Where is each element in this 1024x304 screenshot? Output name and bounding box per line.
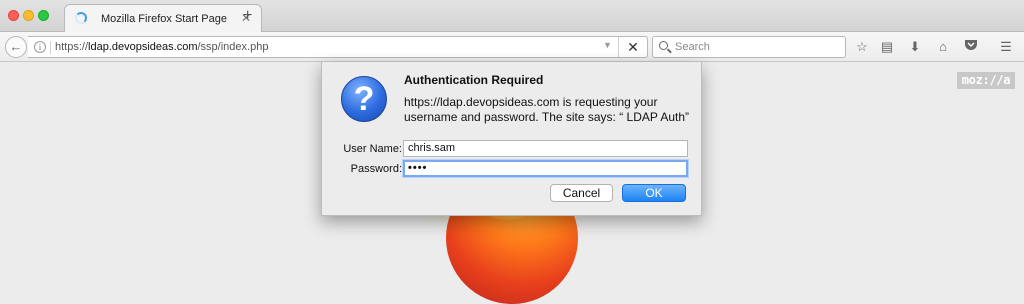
back-button[interactable]: ← [5, 36, 27, 58]
tab-strip: Mozilla Firefox Start Page ✕ + [0, 0, 1024, 32]
dialog-title: Authentication Required [404, 73, 544, 87]
back-arrow-icon: ← [9, 39, 23, 54]
url-bar[interactable]: i https://ldap.devopsideas.com/ssp/index… [28, 36, 648, 58]
stop-button[interactable]: ✕ [618, 37, 647, 57]
password-label: Password: [350, 163, 402, 175]
username-field[interactable]: chris.sam [403, 140, 688, 157]
mozilla-logo: moz://a [957, 72, 1015, 89]
history-dropdown-icon[interactable]: ▼ [603, 40, 612, 50]
navigation-bar: ← i https://ldap.devopsideas.com/ssp/ind… [0, 32, 1024, 62]
loading-spinner-icon [75, 12, 87, 24]
pocket-icon[interactable] [963, 39, 979, 55]
tab-title: Mozilla Firefox Start Page [101, 13, 227, 25]
home-icon[interactable]: ⌂ [935, 39, 951, 55]
search-input[interactable]: Search [675, 41, 710, 53]
stop-icon: ✕ [627, 39, 639, 55]
search-icon [659, 41, 668, 50]
menu-icon[interactable]: ☰ [998, 39, 1014, 55]
ok-button[interactable]: OK [622, 184, 686, 202]
url-separator [50, 41, 51, 54]
info-icon[interactable]: i [34, 41, 46, 53]
url-scheme: https:// [55, 41, 89, 53]
cancel-button[interactable]: Cancel [550, 184, 613, 202]
authentication-dialog: ? Authentication Required https://ldap.d… [321, 62, 702, 216]
url-path: /ssp/index.php [197, 41, 269, 53]
dialog-message: https://ldap.devopsideas.com is requesti… [404, 95, 690, 124]
new-tab-button[interactable]: + [243, 8, 252, 24]
url-host: ldap.devopsideas.com [88, 41, 198, 53]
minimize-window-button[interactable] [23, 10, 34, 21]
download-icon[interactable]: ⬇ [907, 39, 923, 55]
close-window-button[interactable] [8, 10, 19, 21]
tab-start-page[interactable]: Mozilla Firefox Start Page ✕ [64, 4, 262, 32]
username-label: User Name: [343, 143, 402, 155]
reading-list-icon[interactable]: ▤ [879, 39, 895, 55]
password-field[interactable]: •••• [403, 160, 688, 177]
star-icon[interactable]: ☆ [854, 39, 870, 55]
url-text[interactable]: https://ldap.devopsideas.com/ssp/index.p… [55, 41, 268, 53]
question-icon: ? [341, 76, 387, 122]
zoom-window-button[interactable] [38, 10, 49, 21]
search-bar[interactable]: Search [652, 36, 846, 58]
